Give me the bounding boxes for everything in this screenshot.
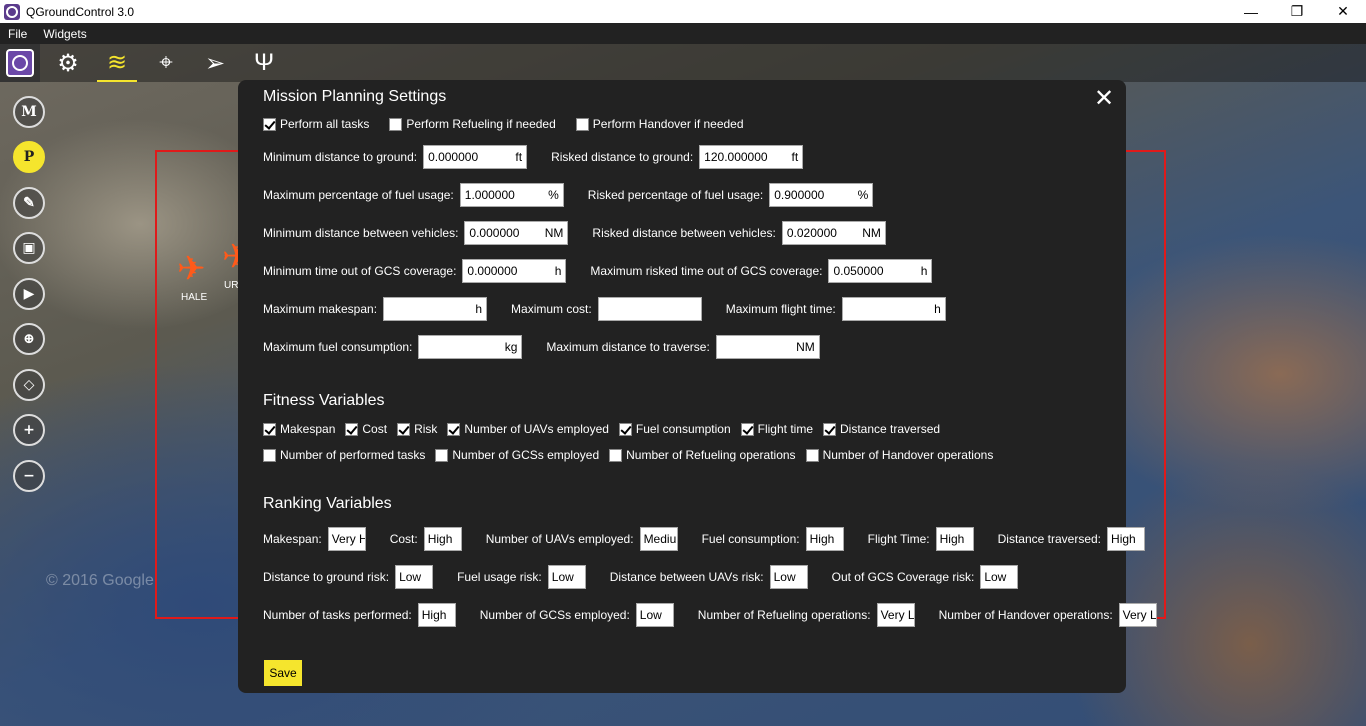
layers-icon[interactable]: ◇ bbox=[13, 369, 45, 401]
fitness-makespan-checkbox[interactable]: Makespan bbox=[263, 422, 335, 436]
rank-refueling-select[interactable]: Very Low bbox=[876, 603, 915, 627]
rank-uav-distance-risk-select[interactable]: Low bbox=[769, 565, 808, 589]
qgc-menu-button[interactable] bbox=[0, 44, 40, 82]
risked-distance-ground-input[interactable]: 120.000000 ft bbox=[699, 145, 804, 169]
ranking-row-1: Makespan: Very High Cost: High Number of… bbox=[263, 527, 1146, 551]
dialog-title: Mission Planning Settings bbox=[263, 88, 447, 105]
fitness-variables-title: Fitness Variables bbox=[263, 392, 385, 409]
dialog-close-icon[interactable]: ✕ bbox=[1093, 87, 1115, 111]
fitness-risk-checkbox[interactable]: Risk bbox=[397, 422, 437, 436]
rank-makespan-select[interactable]: Very High bbox=[327, 527, 366, 551]
param-row-limits: Maximum makespan: h Maximum cost: Maximu… bbox=[263, 297, 970, 321]
zoom-in-icon[interactable]: + bbox=[13, 414, 45, 446]
max-makespan-input[interactable]: h bbox=[383, 297, 488, 321]
rank-gcs-risk-select[interactable]: Low bbox=[980, 565, 1019, 589]
rank-cost-select[interactable]: High bbox=[423, 527, 462, 551]
rank-ground-risk-select[interactable]: Low bbox=[395, 565, 434, 589]
param-row-gcs: Minimum time out of GCS coverage: 0.0000… bbox=[263, 259, 956, 283]
fitness-cost-checkbox[interactable]: Cost bbox=[345, 422, 387, 436]
param-row-ground: Minimum distance to ground: 0.000000 ft R… bbox=[263, 145, 827, 169]
rank-gcss-select[interactable]: Low bbox=[635, 603, 674, 627]
risked-distance-vehicles-input[interactable]: 0.020000 NM bbox=[781, 221, 886, 245]
param-row-vehicles: Minimum distance between vehicles: 0.000… bbox=[263, 221, 910, 245]
ranking-row-2: Distance to ground risk: Low Fuel usage … bbox=[263, 565, 1042, 589]
rank-distance-select[interactable]: High bbox=[1107, 527, 1146, 551]
max-cost-input[interactable] bbox=[597, 297, 702, 321]
max-distance-traverse-input[interactable]: NM bbox=[715, 335, 820, 359]
menu-bar: File Widgets bbox=[0, 23, 1366, 44]
param-row-consumption: Maximum fuel consumption: kg Maximum dis… bbox=[263, 335, 844, 359]
close-window-button[interactable]: ✕ bbox=[1320, 0, 1366, 23]
perform-all-tasks-checkbox[interactable]: Perform all tasks bbox=[263, 117, 369, 131]
save-disk-icon[interactable]: ▣ bbox=[13, 232, 45, 264]
perform-handover-checkbox[interactable]: Perform Handover if needed bbox=[575, 117, 744, 131]
task-options-row: Perform all tasks Perform Refueling if n… bbox=[263, 117, 754, 131]
qgc-logo-icon bbox=[6, 49, 34, 77]
vehicle-plane-icon[interactable]: ✈ bbox=[177, 252, 206, 286]
map-m-button[interactable]: M bbox=[13, 96, 45, 128]
max-fuel-consumption-input[interactable]: kg bbox=[418, 335, 523, 359]
zoom-out-icon[interactable]: − bbox=[13, 460, 45, 492]
main-toolbar: ⚙ ≋ ⌖ ➢ Ψ bbox=[0, 44, 1366, 82]
min-distance-ground-input[interactable]: 0.000000 ft bbox=[423, 145, 528, 169]
rank-fuel-risk-select[interactable]: Low bbox=[547, 565, 586, 589]
rank-uavs-select[interactable]: Medium bbox=[639, 527, 678, 551]
fitness-refueling-checkbox[interactable]: Number of Refueling operations bbox=[609, 448, 796, 462]
fitness-distance-checkbox[interactable]: Distance traversed bbox=[823, 422, 940, 436]
app-logo-icon bbox=[4, 3, 20, 20]
plan-waves-icon[interactable]: ≋ bbox=[97, 44, 137, 82]
param-row-fuel: Maximum percentage of fuel usage: 1.0000… bbox=[263, 183, 897, 207]
rank-tasks-select[interactable]: High bbox=[417, 603, 456, 627]
fitness-handover-checkbox[interactable]: Number of Handover operations bbox=[805, 448, 993, 462]
minimize-button[interactable]: — bbox=[1228, 0, 1274, 23]
ranking-row-3: Number of tasks performed: High Number o… bbox=[263, 603, 1157, 627]
play-icon[interactable]: ▶ bbox=[13, 278, 45, 310]
window-controls: — ❐ ✕ bbox=[1228, 0, 1366, 23]
ranking-variables-title: Ranking Variables bbox=[263, 495, 392, 512]
fitness-gcs-checkbox[interactable]: Number of GCSs employed bbox=[435, 448, 599, 462]
map-p-button[interactable]: P bbox=[13, 141, 45, 173]
min-time-gcs-input[interactable]: 0.000000 h bbox=[462, 259, 567, 283]
menu-file[interactable]: File bbox=[0, 27, 35, 41]
fitness-uavs-checkbox[interactable]: Number of UAVs employed bbox=[447, 422, 609, 436]
fitness-tasks-checkbox[interactable]: Number of performed tasks bbox=[263, 448, 425, 462]
rank-flight-time-select[interactable]: High bbox=[935, 527, 974, 551]
fitness-flight-time-checkbox[interactable]: Flight time bbox=[740, 422, 813, 436]
fitness-row-2: Number of performed tasks Number of GCSs… bbox=[263, 448, 1003, 462]
menu-widgets[interactable]: Widgets bbox=[35, 27, 94, 41]
perform-refueling-checkbox[interactable]: Perform Refueling if needed bbox=[389, 117, 556, 131]
min-distance-vehicles-input[interactable]: 0.000000 NM bbox=[464, 221, 569, 245]
max-fuel-percentage-input[interactable]: 1.000000% bbox=[459, 183, 564, 207]
mission-planning-settings-dialog: Mission Planning Settings ✕ Perform all … bbox=[238, 80, 1157, 693]
antenna-icon[interactable]: Ψ bbox=[244, 44, 284, 82]
rank-fuel-select[interactable]: High bbox=[805, 527, 844, 551]
title-bar: QGroundControl 3.0 — ❐ ✕ bbox=[0, 0, 1366, 23]
save-button[interactable]: Save bbox=[264, 660, 302, 686]
center-target-icon[interactable]: ⊕ bbox=[13, 323, 45, 355]
restore-button[interactable]: ❐ bbox=[1274, 0, 1320, 23]
vehicle-label: HALE bbox=[181, 292, 208, 303]
mission-route-icon[interactable]: ⌖ bbox=[146, 44, 186, 82]
fitness-fuel-checkbox[interactable]: Fuel consumption bbox=[618, 422, 731, 436]
map-copyright: © 2016 Google bbox=[46, 572, 154, 589]
window-title: QGroundControl 3.0 bbox=[26, 4, 135, 19]
rank-handover-select[interactable]: Very Low bbox=[1118, 603, 1157, 627]
max-flight-time-input[interactable]: h bbox=[841, 297, 946, 321]
setup-gears-icon[interactable]: ⚙ bbox=[48, 44, 88, 82]
edit-pencil-icon[interactable]: ✎ bbox=[13, 187, 45, 219]
fly-paper-plane-icon[interactable]: ➢ bbox=[195, 44, 235, 82]
risked-fuel-percentage-input[interactable]: 0.900000% bbox=[769, 183, 874, 207]
fitness-row-1: Makespan Cost Risk Number of UAVs employ… bbox=[263, 422, 950, 436]
max-risked-time-gcs-input[interactable]: 0.050000 h bbox=[828, 259, 933, 283]
vehicle-label: UR bbox=[224, 280, 239, 291]
